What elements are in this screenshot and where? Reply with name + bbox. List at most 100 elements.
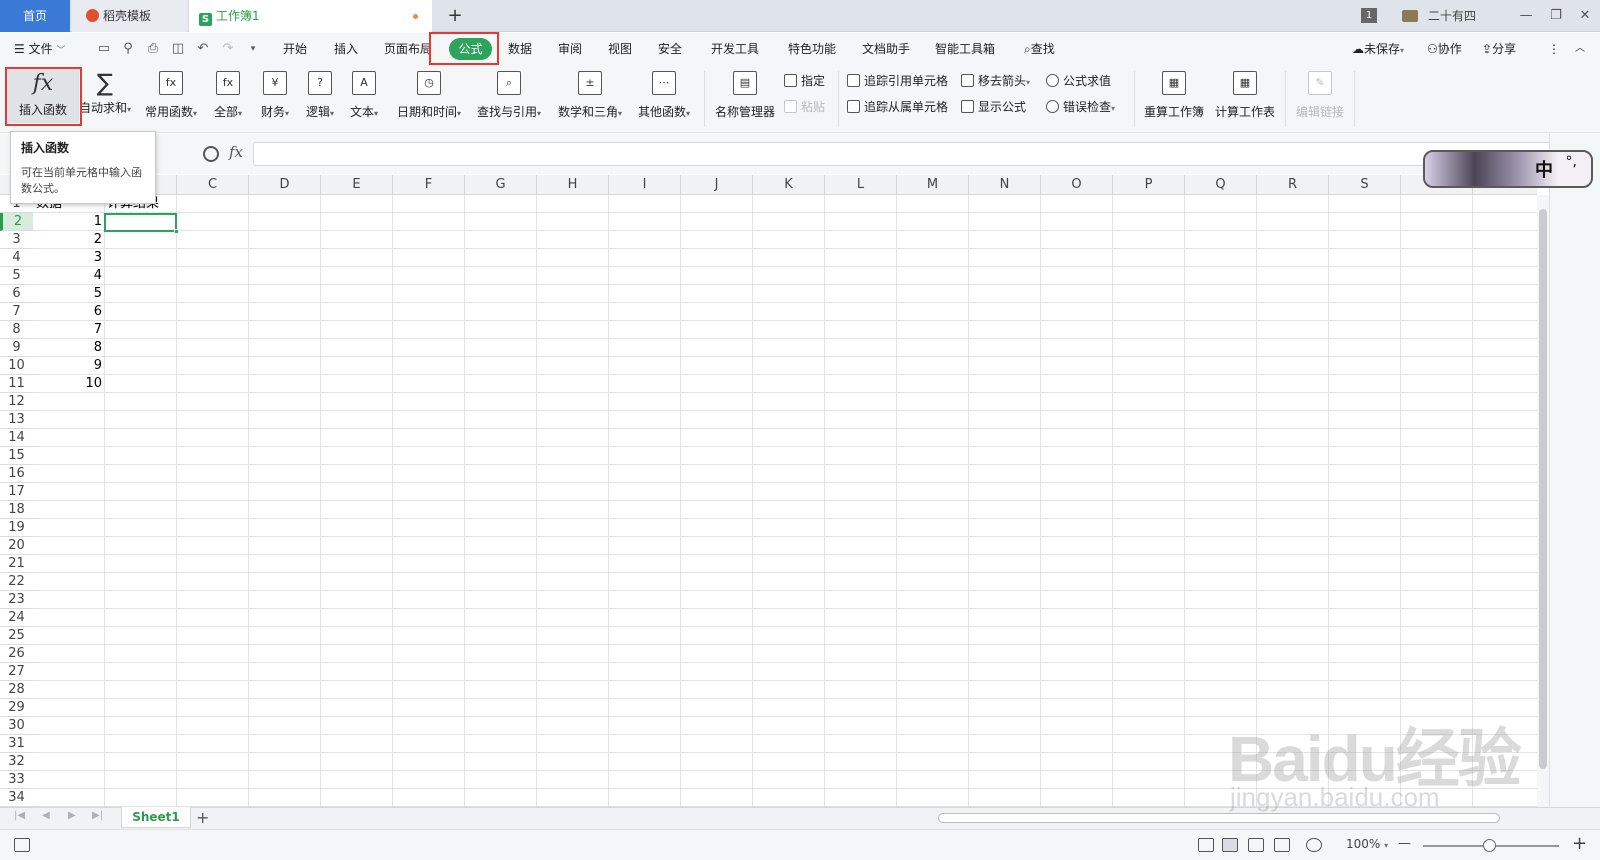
macro-record-icon[interactable] [14, 838, 30, 852]
reading-mode-icon[interactable] [1274, 838, 1290, 852]
column-header-k[interactable]: K [753, 175, 825, 195]
more-options-icon[interactable]: ⋮ [1548, 33, 1560, 65]
print-preview-icon[interactable]: ◫ [170, 41, 186, 57]
lookup-button[interactable]: ⌕ 查找与引用▾ [472, 65, 546, 131]
column-header-r[interactable]: R [1257, 175, 1329, 195]
column-header-d[interactable]: D [249, 175, 321, 195]
zoom-in-button[interactable]: + [1572, 833, 1587, 854]
data-cell[interactable]: 3 [33, 249, 102, 267]
finance-button[interactable]: ¥ 财务▾ [255, 65, 295, 131]
menu-page-layout[interactable]: 页面布局 [384, 33, 432, 65]
row-header[interactable]: 30 [0, 717, 33, 735]
first-sheet-icon[interactable]: |◀ [14, 810, 25, 821]
show-formulas-button[interactable]: 显示公式 [961, 96, 1026, 118]
row-header[interactable]: 22 [0, 573, 33, 591]
row-header[interactable]: 14 [0, 429, 33, 447]
row-header[interactable]: 21 [0, 555, 33, 573]
fill-handle[interactable] [174, 229, 179, 234]
add-sheet-button[interactable]: + [196, 808, 209, 828]
window-count-badge[interactable]: 1 [1361, 8, 1377, 23]
row-header[interactable]: 24 [0, 609, 33, 627]
paste-button[interactable]: 粘贴 [784, 96, 825, 118]
username[interactable]: 二十有四 [1428, 0, 1476, 32]
data-cell[interactable]: 9 [33, 357, 102, 375]
menu-view[interactable]: 视图 [608, 33, 632, 65]
row-header[interactable]: 19 [0, 519, 33, 537]
row-header[interactable]: 8 [0, 321, 33, 339]
new-tab-button[interactable]: + [444, 5, 466, 27]
zoom-slider-knob[interactable] [1483, 839, 1496, 852]
data-cell[interactable]: 10 [33, 375, 102, 393]
zoom-out-button[interactable]: — [1398, 836, 1411, 851]
common-functions-button[interactable]: fx 常用函数▾ [141, 65, 201, 131]
column-header-m[interactable]: M [897, 175, 969, 195]
data-cell[interactable]: 2 [33, 231, 102, 249]
row-header[interactable]: 16 [0, 465, 33, 483]
fx-icon[interactable]: fx [229, 143, 243, 161]
math-trig-button[interactable]: ± 数学和三角▾ [553, 65, 627, 131]
collaborate-button[interactable]: ⚇协作 [1427, 33, 1462, 65]
menu-insert[interactable]: 插入 [334, 33, 358, 65]
tab-home[interactable]: 首页 [0, 0, 70, 32]
column-header-e[interactable]: E [321, 175, 393, 195]
calculate-sheet-button[interactable]: ▦ 计算工作表 [1212, 65, 1278, 131]
column-header-s[interactable]: S [1329, 175, 1401, 195]
row-header[interactable]: 6 [0, 285, 33, 303]
menu-home[interactable]: 开始 [283, 33, 307, 65]
data-cell[interactable]: 4 [33, 267, 102, 285]
row-header[interactable]: 15 [0, 447, 33, 465]
trace-precedents-button[interactable]: 追踪引用单元格 [847, 70, 948, 92]
evaluate-formula-button[interactable]: 公式求值 [1046, 70, 1111, 92]
column-header-f[interactable]: F [393, 175, 465, 195]
print-icon[interactable]: ⎙ [145, 41, 161, 57]
redo-icon[interactable]: ↷ [220, 41, 236, 57]
zoom-level[interactable]: 100% ▾ [1346, 837, 1388, 851]
data-cell[interactable]: 1 [33, 213, 102, 231]
last-sheet-icon[interactable]: ▶| [92, 810, 103, 821]
text-functions-button[interactable]: A 文本▾ [344, 65, 384, 131]
column-header-o[interactable]: O [1041, 175, 1113, 195]
autosum-button[interactable]: ∑ 自动求和▾ [76, 65, 134, 131]
minimize-button[interactable]: — [1515, 5, 1537, 27]
undo-icon[interactable]: ↶ [195, 41, 211, 57]
data-cell[interactable]: 5 [33, 285, 102, 303]
data-cell[interactable]: 8 [33, 339, 102, 357]
horizontal-scrollbar[interactable] [938, 813, 1500, 823]
column-header-h[interactable]: H [537, 175, 609, 195]
datetime-button[interactable]: ◷ 日期和时间▾ [392, 65, 466, 131]
avatar[interactable] [1402, 10, 1418, 22]
row-header[interactable]: 9 [0, 339, 33, 357]
row-header[interactable]: 3 [0, 231, 33, 249]
data-cell[interactable]: 6 [33, 303, 102, 321]
formula-input[interactable] [253, 142, 1553, 166]
file-menu[interactable]: ☰ 文件 ﹀ [14, 33, 65, 65]
column-header-g[interactable]: G [465, 175, 537, 195]
tab-docer-templates[interactable]: 稻壳模板 [72, 0, 187, 32]
row-header[interactable]: 32 [0, 753, 33, 771]
row-header[interactable]: 4 [0, 249, 33, 267]
close-button[interactable]: ✕ [1574, 5, 1596, 27]
row-header[interactable]: 33 [0, 771, 33, 789]
remove-arrows-button[interactable]: 移去箭头▾ [961, 70, 1030, 92]
column-header-q[interactable]: Q [1185, 175, 1257, 195]
recalculate-workbook-button[interactable]: ▦ 重算工作簿 [1141, 65, 1207, 131]
row-header[interactable]: 10 [0, 357, 33, 375]
row-header[interactable]: 23 [0, 591, 33, 609]
cell-area[interactable]: 数据 计算结果 12345678910 [33, 195, 1537, 807]
normal-view-icon[interactable] [1222, 838, 1238, 852]
column-header-l[interactable]: L [825, 175, 897, 195]
prev-sheet-icon[interactable]: ◀ [42, 810, 50, 821]
logic-button[interactable]: ? 逻辑▾ [300, 65, 340, 131]
row-header[interactable]: 2 [0, 213, 33, 231]
row-header[interactable]: 25 [0, 627, 33, 645]
column-header-c[interactable]: C [177, 175, 249, 195]
tab-workbook[interactable]: S 工作簿1 [189, 0, 432, 32]
quick-access-dropdown-icon[interactable]: ▾ [245, 41, 261, 57]
row-header[interactable]: 20 [0, 537, 33, 555]
column-header-i[interactable]: I [609, 175, 681, 195]
row-header[interactable]: 26 [0, 645, 33, 663]
row-header[interactable]: 18 [0, 501, 33, 519]
vertical-scrollbar[interactable] [1537, 195, 1549, 807]
next-sheet-icon[interactable]: ▶ [68, 810, 76, 821]
selected-cell-b2[interactable] [104, 213, 179, 234]
